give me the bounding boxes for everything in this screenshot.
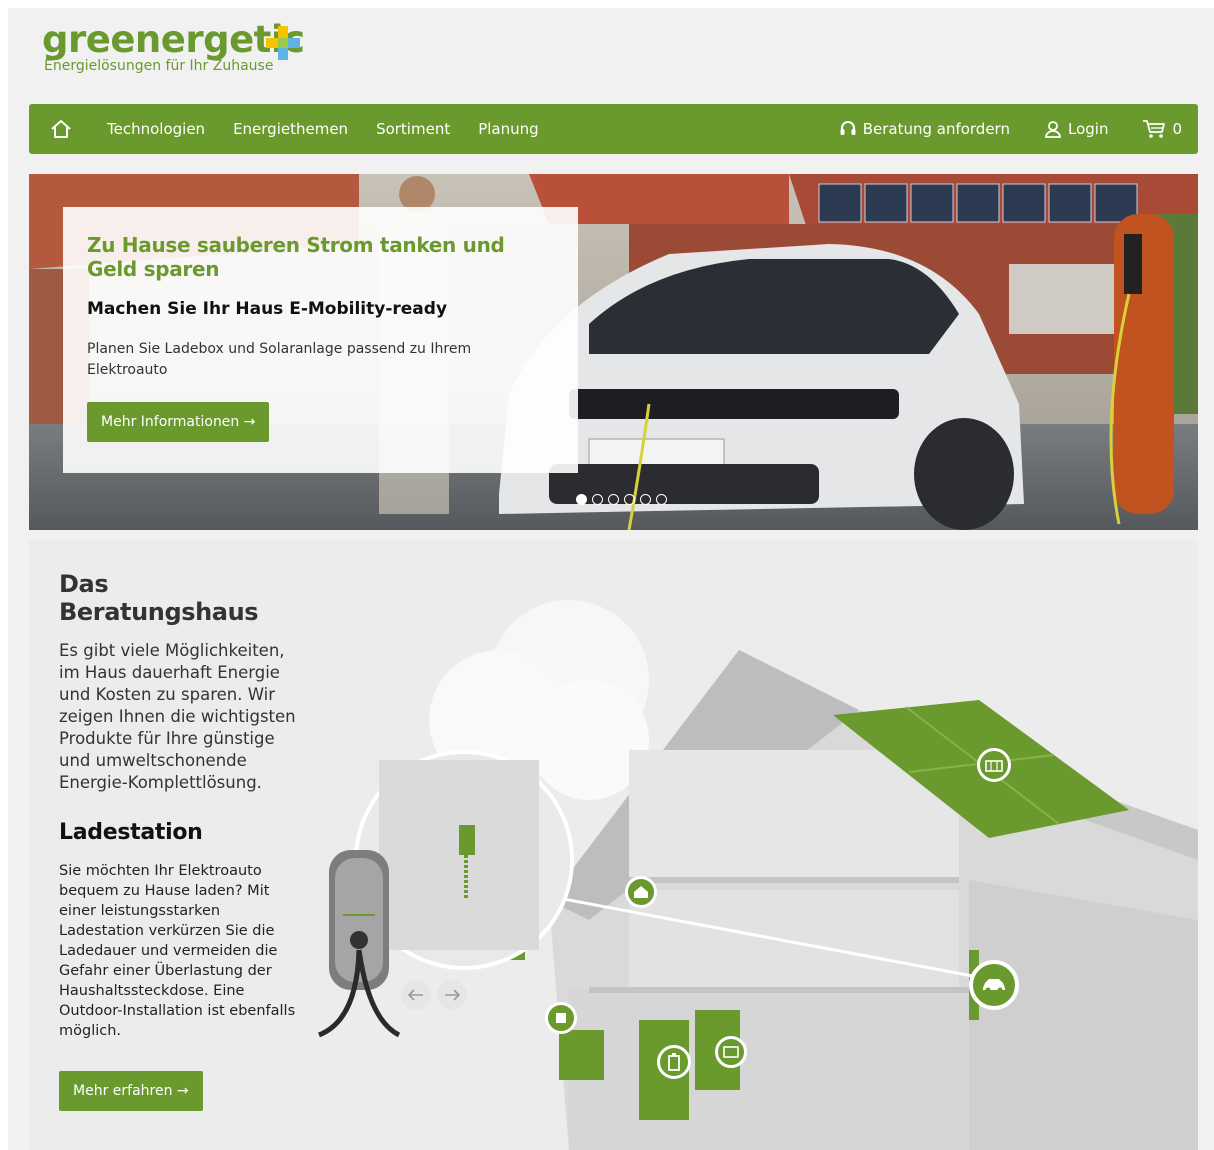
- next-arrow-button[interactable]: [437, 980, 467, 1010]
- slider-dot[interactable]: [576, 494, 587, 505]
- cart-icon: [1143, 120, 1166, 138]
- car-icon: [983, 979, 1005, 993]
- prev-arrow-button[interactable]: [401, 980, 431, 1010]
- hotspot-boiler[interactable]: [715, 1036, 747, 1068]
- beratungshaus-section: Das Beratungshaus Es gibt viele Möglichk…: [29, 540, 1198, 1150]
- slider-dots: [576, 494, 667, 505]
- login-label: Login: [1067, 120, 1109, 138]
- section-intro: Es gibt viele Möglichkeiten, im Haus dau…: [59, 641, 296, 792]
- arrow-left-icon: [408, 989, 423, 1001]
- consult-button[interactable]: Beratung anfordern: [839, 120, 1010, 138]
- consult-label: Beratung anfordern: [862, 120, 1010, 138]
- headset-icon: [840, 121, 856, 135]
- logo-cross-icon: [266, 26, 300, 60]
- solar-panel-icon: [985, 760, 1003, 772]
- page: greenergetic Energielösungen für Ihr Zuh…: [8, 8, 1214, 1150]
- slider-dot[interactable]: [656, 494, 667, 505]
- slider-dot[interactable]: [608, 494, 619, 505]
- hotspot-solar[interactable]: [977, 748, 1011, 782]
- nav-item-planung[interactable]: Planung: [464, 104, 552, 154]
- nav-item-sortiment[interactable]: Sortiment: [362, 104, 464, 154]
- house-icon: [634, 886, 648, 898]
- home-icon: [51, 120, 71, 138]
- nav-item-energiethemen[interactable]: Energiethemen: [219, 104, 362, 154]
- home-button[interactable]: [29, 104, 93, 154]
- hero-title: Zu Hause sauberen Strom tanken und Geld …: [87, 233, 505, 281]
- logo-tagline: Energielösungen für Ihr Zuhause: [44, 58, 274, 74]
- mehr-erfahren-button[interactable]: Mehr erfahren →: [59, 1071, 203, 1111]
- hotspot-battery[interactable]: [657, 1045, 691, 1079]
- logo[interactable]: greenergetic Energielösungen für Ihr Zuh…: [42, 20, 305, 75]
- slider-dot[interactable]: [592, 494, 603, 505]
- section-text-column: Das Beratungshaus Es gibt viele Möglichk…: [59, 570, 299, 1111]
- battery-icon: [668, 1053, 680, 1071]
- hero-more-info-button[interactable]: Mehr Informationen →: [87, 402, 270, 442]
- arrow-right-icon: [445, 989, 460, 1001]
- main-navbar: Technologien Energiethemen Sortiment Pla…: [29, 104, 1198, 154]
- hotspot-car[interactable]: [969, 960, 1019, 1010]
- cart-button[interactable]: 0: [1142, 119, 1182, 139]
- user-icon: [1045, 121, 1061, 138]
- boiler-icon: [723, 1046, 739, 1058]
- nav-item-technologien[interactable]: Technologien: [93, 104, 219, 154]
- heat-pump-icon: [556, 1013, 566, 1023]
- login-button[interactable]: Login: [1044, 120, 1108, 138]
- section-subtitle: Ladestation: [59, 820, 203, 845]
- hero-text: Planen Sie Ladebox und Solaranlage passe…: [87, 341, 472, 378]
- slider-dot[interactable]: [624, 494, 635, 505]
- hotspot-heat-pump[interactable]: [545, 1002, 577, 1034]
- slider-dot[interactable]: [640, 494, 651, 505]
- hero-card: Zu Hause sauberen Strom tanken und Geld …: [63, 207, 578, 473]
- hero-slider: Zu Hause sauberen Strom tanken und Geld …: [29, 174, 1198, 530]
- hero-subtitle: Machen Sie Ihr Haus E-Mobility-ready: [87, 299, 448, 319]
- section-title: Das Beratungshaus: [59, 570, 259, 626]
- hotspot-house[interactable]: [625, 876, 657, 908]
- cart-count: 0: [1172, 120, 1182, 138]
- section-text: Sie möchten Ihr Elektroauto bequem zu Ha…: [59, 863, 296, 1039]
